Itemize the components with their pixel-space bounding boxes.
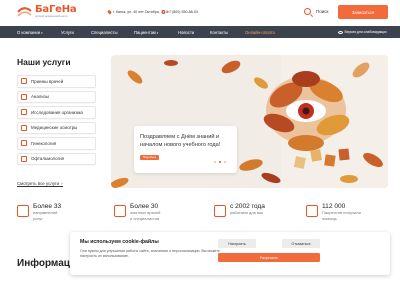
site-header: БаГеНа детский медицинский центр г. Канс… <box>0 0 400 26</box>
book-appointment-button[interactable]: Записаться <box>338 5 388 19</box>
stat-doctors: Более 30 опытных врачей и специалистов <box>114 203 160 222</box>
phone-text: +7 (800) 550-88-03 <box>167 10 198 14</box>
chevron-down-icon: ▾ <box>41 30 43 35</box>
cookie-reject-button[interactable]: Отказаться <box>282 239 320 248</box>
nav-item-news[interactable]: Новости <box>178 30 194 35</box>
logo[interactable]: БаГеНа детский медицинский центр <box>17 4 77 19</box>
services-title: Наши услуги <box>17 57 71 67</box>
header-address[interactable]: г. Канск, ул. 40 лет Октября, 33 А <box>107 9 169 15</box>
chevron-down-icon: ▾ <box>156 30 159 35</box>
eye-icon <box>338 30 343 34</box>
clipboard-icon <box>21 124 27 131</box>
banner-text: Поздравляем с Днём знаний и началом ново… <box>140 134 221 148</box>
carousel-dot[interactable] <box>224 161 226 163</box>
nav-item-about[interactable]: О компании▾ <box>17 30 43 35</box>
carousel-dots <box>214 161 226 163</box>
nav-item-services[interactable]: Услуги <box>61 30 74 35</box>
service-item-tests[interactable]: Анализы <box>17 90 96 103</box>
patients-icon <box>306 205 318 217</box>
cookie-text: Они нужны для улучшения работы сайта, ан… <box>80 249 220 259</box>
services-list: Приемы врачей Анализы Исследования орган… <box>17 75 96 168</box>
eye-icon <box>21 155 27 162</box>
carousel-dot-active[interactable] <box>219 161 221 163</box>
scan-icon <box>21 109 27 116</box>
cookie-settings-button[interactable]: Настроить <box>218 239 256 248</box>
nav-item-specialists[interactable]: Специалисты <box>91 30 118 35</box>
cookie-title: Мы используем cookie-файлы <box>80 239 159 245</box>
service-item-appointments[interactable]: Приемы врачей <box>17 75 96 88</box>
main-nav: О компании▾ Услуги Специалисты Пациентам… <box>0 26 400 38</box>
banner-card: Поздравляем с Днём знаний и началом ново… <box>134 126 237 173</box>
cookie-accept-button[interactable]: Разрешить <box>218 253 320 262</box>
stats-strip: Более 33 направлений услуг Более 30 опыт… <box>0 203 400 233</box>
doctor-icon <box>21 78 27 85</box>
search-label[interactable]: Поиск <box>316 9 328 14</box>
test-tube-icon <box>21 93 27 100</box>
service-item-checkups[interactable]: Медицинские осмотры <box>17 121 96 134</box>
stat-directions: Более 33 направлений услуг <box>17 203 61 222</box>
service-item-research[interactable]: Исследования организма <box>17 106 96 119</box>
address-text: г. Канск, ул. 40 лет Октября, 33 А <box>113 10 169 14</box>
all-services-link[interactable]: Смотреть все услуги › <box>17 181 63 187</box>
carousel-dot[interactable] <box>214 161 216 163</box>
service-item-ophthalmology[interactable]: Офтальмология <box>17 152 96 165</box>
doctors-icon <box>114 205 126 217</box>
search-icon[interactable] <box>304 8 311 15</box>
gynecology-icon <box>21 140 27 147</box>
banner-details-button[interactable]: Подробнее <box>140 155 159 160</box>
cookie-banner: Мы используем cookie-файлы Они нужны для… <box>70 232 390 275</box>
nav-item-patients[interactable]: Пациентам▾ <box>134 30 158 35</box>
service-item-gynecology[interactable]: Гинекология <box>17 137 96 150</box>
nav-item-online-payment[interactable]: Онлайн-оплата <box>245 30 275 35</box>
building-icon <box>17 205 29 217</box>
stat-since: с 2002 года работаем для вас <box>214 203 265 217</box>
arrow-right-icon: › <box>61 181 63 186</box>
hero-banner[interactable]: Поздравляем с Днём знаний и началом ново… <box>111 55 388 188</box>
nav-item-contacts[interactable]: Контакты <box>210 30 228 35</box>
logo-name: БаГеНа <box>35 4 77 15</box>
accessibility-link[interactable]: Версия для слабовидящих <box>338 30 387 34</box>
header-phone[interactable]: +7 (800) 550-88-03 <box>162 10 198 14</box>
phone-icon <box>162 10 165 14</box>
location-pin-icon <box>107 9 112 15</box>
calendar-icon <box>214 205 226 217</box>
logo-mark-icon <box>17 5 32 18</box>
stat-patients: 112 000 Пациентов получили помощь <box>306 203 361 222</box>
logo-subtitle: детский медицинский центр <box>35 15 68 18</box>
